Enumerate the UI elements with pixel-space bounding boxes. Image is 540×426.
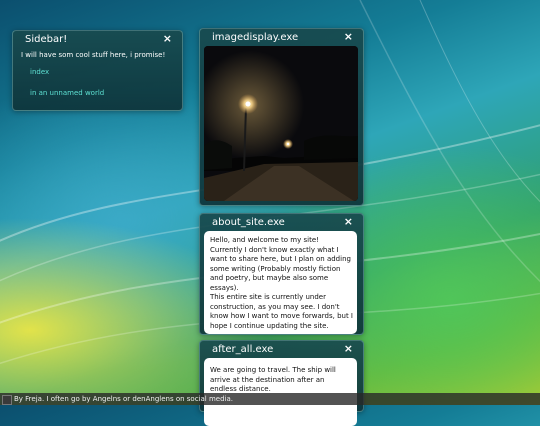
sidebar-text: I will have som cool stuff here, i promi… <box>21 51 166 59</box>
after-text: We are going to travel. The ship will ar… <box>210 366 336 393</box>
about-paragraph: Hello, and welcome to my site! Currently… <box>210 236 351 292</box>
sidebar-window: Sidebar! × I will have som cool stuff he… <box>12 30 183 111</box>
close-icon[interactable]: × <box>163 33 172 45</box>
about-paragraph: This entire site is currently under cons… <box>210 293 353 330</box>
about-site-window: about_site.exe × Hello, and welcome to m… <box>199 213 364 335</box>
image-display-window: imagedisplay.exe × <box>199 28 364 206</box>
close-icon[interactable]: × <box>344 343 353 355</box>
after-window-title: after_all.exe <box>212 344 274 355</box>
image-window-title: imagedisplay.exe <box>212 32 299 43</box>
site-icon <box>2 395 12 405</box>
sidebar-link-unnamed-world[interactable]: in an unnamed world <box>30 89 104 97</box>
close-icon[interactable]: × <box>344 216 353 228</box>
close-icon[interactable]: × <box>344 31 353 43</box>
night-street-photo <box>204 46 358 201</box>
about-window-title: about_site.exe <box>212 217 285 228</box>
footer-text: By Freja. I often go by Angelns or denAn… <box>14 395 233 403</box>
sidebar-title: Sidebar! <box>25 34 68 45</box>
about-content: Hello, and welcome to my site! Currently… <box>204 231 357 334</box>
after-content: We are going to travel. The ship will ar… <box>204 358 357 426</box>
sidebar-link-index[interactable]: index <box>30 68 49 76</box>
footer-bar: By Freja. I often go by Angelns or denAn… <box>0 393 540 405</box>
